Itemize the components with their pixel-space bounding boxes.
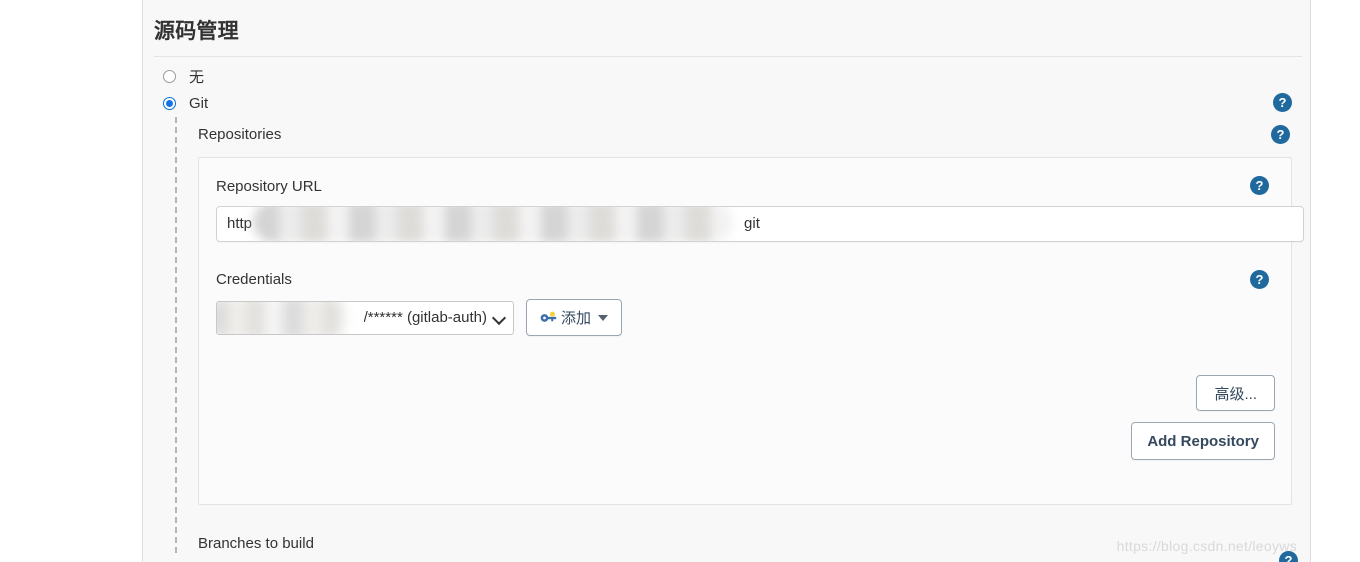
- repository-url-input[interactable]: http git: [216, 206, 1304, 242]
- scm-option-none[interactable]: 无: [154, 63, 1300, 90]
- title-divider: [154, 56, 1302, 57]
- help-icon-credentials[interactable]: ?: [1250, 270, 1269, 289]
- page-title: 源码管理: [154, 20, 239, 43]
- repository-url-value-prefix: http: [227, 215, 253, 232]
- watermark: https://blog.csdn.net/leoyws: [1116, 538, 1297, 554]
- add-credentials-button[interactable]: 添加: [526, 299, 623, 336]
- help-icon-git[interactable]: ?: [1273, 93, 1292, 112]
- caret-down-icon: [598, 314, 609, 321]
- git-settings-group: Repositories ? ? Repository URL http git: [175, 117, 1304, 553]
- credentials-row: /****** (gitlab-auth) 添加: [216, 299, 1269, 336]
- add-credentials-label: 添加: [561, 310, 592, 327]
- screenshot-root: 源码管理 无 Git ? Repositories ? ? Repository…: [0, 0, 1360, 562]
- credentials-select[interactable]: /****** (gitlab-auth): [216, 300, 514, 335]
- help-icon-repository-url[interactable]: ?: [1250, 176, 1269, 195]
- key-icon: [540, 311, 557, 322]
- repositories-label: Repositories: [198, 126, 282, 143]
- radio-git[interactable]: [163, 97, 176, 110]
- help-icon-repositories[interactable]: ?: [1271, 125, 1290, 144]
- radio-none[interactable]: [163, 70, 176, 83]
- scm-content-panel: 源码管理 无 Git ? Repositories ? ? Repository…: [142, 0, 1311, 562]
- repository-card: ? Repository URL http git ? Credentials: [198, 157, 1304, 505]
- scm-option-none-label: 无: [189, 69, 205, 86]
- repository-actions: 高级... Add Repository: [1131, 375, 1275, 460]
- scm-option-git[interactable]: Git ?: [154, 90, 1300, 117]
- repository-url-value-suffix: git: [744, 215, 760, 232]
- scm-option-git-label: Git: [189, 95, 209, 112]
- credentials-label: Credentials: [216, 271, 292, 288]
- credentials-select-value: /****** (gitlab-auth): [363, 309, 487, 326]
- credentials-field-group: ? Credentials /****** (gitlab-auth) 添加: [216, 270, 1269, 336]
- add-repository-button[interactable]: Add Repository: [1131, 422, 1275, 460]
- credentials-redaction: [217, 301, 347, 334]
- repository-url-label: Repository URL: [216, 178, 322, 195]
- chevron-down-icon: [493, 312, 505, 324]
- advanced-button[interactable]: 高级...: [1196, 375, 1275, 411]
- repository-url-field-group: ? Repository URL http git: [216, 176, 1304, 242]
